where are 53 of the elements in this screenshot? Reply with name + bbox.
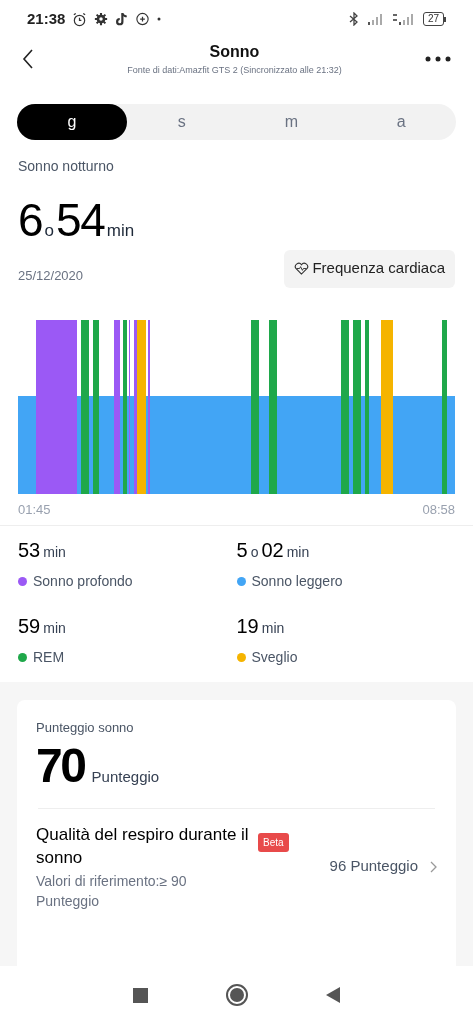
battery-level: 27 xyxy=(427,14,439,24)
signal-icon xyxy=(392,13,415,25)
value-unit: o xyxy=(250,543,259,562)
stage-label: REM xyxy=(33,648,65,667)
chart-start-time: 01:45 xyxy=(18,500,51,519)
value-number: 54 xyxy=(55,197,105,243)
signal-icon xyxy=(366,13,385,25)
value-number: 6 xyxy=(18,197,43,243)
bluetooth-icon xyxy=(348,12,359,26)
page-subtitle: Fonte di dati:Amazfit GTS 2 (Sincronizzato alle 21:32) xyxy=(127,64,342,78)
value-number: 5 xyxy=(236,540,248,560)
stage-label: Sonno profondo xyxy=(33,572,133,591)
add-location-icon xyxy=(135,11,151,27)
stage-label: Sonno leggero xyxy=(251,572,343,591)
score-label: Punteggio sonno xyxy=(36,719,135,737)
value-unit: o xyxy=(44,220,54,242)
gear-icon xyxy=(94,12,109,26)
value-number: 19 xyxy=(236,616,259,636)
back-nav-button[interactable] xyxy=(326,987,340,1003)
chart-end-time: 08:58 xyxy=(422,500,455,519)
summary-label: Sonno notturno xyxy=(18,157,115,176)
breathing-value: 96 Punteggio xyxy=(329,856,418,877)
score-value: 70 xyxy=(36,741,85,790)
alarm-icon xyxy=(72,11,88,27)
breathing-title: Qualità del respiro durante il sonno xyxy=(36,823,250,869)
page-title: Sonno xyxy=(209,42,260,63)
period-tab[interactable]: s xyxy=(126,104,237,140)
status-time: 21:38 xyxy=(27,8,66,29)
recents-button[interactable] xyxy=(133,987,148,1003)
heart-rate-button[interactable]: Frequenza cardiaca xyxy=(284,249,455,288)
value-unit: min xyxy=(43,619,66,638)
value-number: 53 xyxy=(18,540,41,560)
more-icon[interactable] xyxy=(423,56,451,62)
breathing-row[interactable]: Qualità del respiro durante il sonno Valori di riferimento:≥ 90 Punteggio Beta 96 Punteggio xyxy=(36,822,437,911)
value-unit: min xyxy=(261,619,285,638)
period-tab[interactable]: a xyxy=(346,104,456,140)
home-button[interactable] xyxy=(226,984,248,1006)
value-unit: min xyxy=(106,220,135,242)
period-tab[interactable]: g xyxy=(17,104,127,140)
score-unit: Punteggio xyxy=(91,766,160,787)
beta-badge: Beta xyxy=(258,832,289,852)
heart-icon xyxy=(294,262,310,275)
value-number: 59 xyxy=(18,616,41,636)
value-unit: min xyxy=(286,543,310,562)
date-text: 25/12/2020 xyxy=(18,266,84,285)
music-note-icon xyxy=(115,12,129,26)
dot-icon xyxy=(157,17,162,21)
reference-text: Valori di riferimento:≥ 90 Punteggio xyxy=(36,871,188,911)
stage-label: Sveglio xyxy=(251,648,298,667)
period-tab[interactable]: m xyxy=(236,104,347,140)
chevron-right-icon xyxy=(430,860,437,873)
value-number: 02 xyxy=(261,540,284,560)
value-unit: min xyxy=(43,543,66,562)
